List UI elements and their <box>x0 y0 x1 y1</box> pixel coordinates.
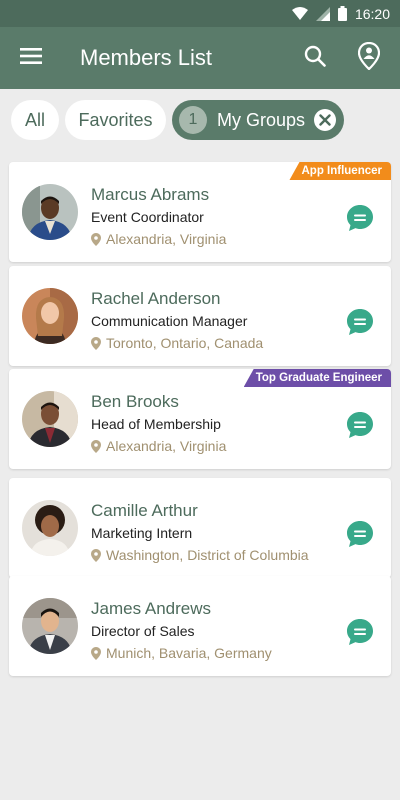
chat-icon <box>346 308 374 336</box>
chat-button[interactable] <box>346 204 374 232</box>
clear-filter-button[interactable] <box>314 109 336 131</box>
person-location-icon <box>357 41 381 75</box>
page-title: Members List <box>80 45 213 70</box>
location-pin-icon <box>91 548 101 562</box>
member-name: James Andrews <box>91 599 211 618</box>
member-name: Marcus Abrams <box>91 185 210 204</box>
member-location-text: Alexandria, Virginia <box>106 231 227 247</box>
member-role: Head of Membership <box>91 416 221 432</box>
filter-favorites-chip[interactable]: Favorites <box>65 100 166 140</box>
member-location: Alexandria, Virginia <box>91 438 226 454</box>
member-card[interactable]: James Andrews Director of Sales Munich, … <box>9 576 391 676</box>
battery-icon <box>337 6 347 21</box>
status-bar: 16:20 <box>0 0 400 27</box>
chat-button[interactable] <box>346 618 374 646</box>
member-badge: Top Graduate Engineer <box>243 369 391 387</box>
member-location: Washington, District of Columbia <box>91 547 309 563</box>
member-card[interactable]: Camille Arthur Marketing Intern Washingt… <box>9 478 391 578</box>
member-role: Communication Manager <box>91 313 248 329</box>
cell-signal-icon <box>315 6 330 21</box>
close-icon <box>319 110 331 131</box>
avatar <box>22 598 78 654</box>
chat-button[interactable] <box>346 308 374 336</box>
chat-icon <box>346 520 374 548</box>
member-role: Marketing Intern <box>91 525 193 541</box>
member-card[interactable]: Marcus Abrams Event Coordinator Alexandr… <box>9 162 391 262</box>
member-name: Rachel Anderson <box>91 289 221 308</box>
chat-button[interactable] <box>346 411 374 439</box>
filter-all-chip[interactable]: All <box>11 100 59 140</box>
hamburger-menu-icon <box>20 47 42 69</box>
group-count-badge: 1 <box>179 106 207 134</box>
wifi-icon <box>291 6 308 21</box>
avatar <box>22 500 78 556</box>
status-time: 16:20 <box>354 5 390 22</box>
location-pin-icon <box>91 439 101 453</box>
app-bar: Members List <box>0 27 400 89</box>
member-location: Alexandria, Virginia <box>91 231 226 247</box>
avatar <box>22 391 78 447</box>
avatar <box>22 288 78 344</box>
member-role: Director of Sales <box>91 623 195 639</box>
member-location-text: Toronto, Ontario, Canada <box>106 335 264 351</box>
member-role: Event Coordinator <box>91 209 204 225</box>
chat-icon <box>346 618 374 646</box>
member-location: Toronto, Ontario, Canada <box>91 335 263 351</box>
member-location-text: Washington, District of Columbia <box>106 547 309 563</box>
menu-button[interactable] <box>17 44 45 72</box>
member-location-text: Munich, Bavaria, Germany <box>106 645 272 661</box>
location-pin-icon <box>91 232 101 246</box>
member-badge: App Influencer <box>289 162 391 180</box>
status-icons: 16:20 <box>291 4 390 23</box>
location-pin-icon <box>91 336 101 350</box>
member-name: Camille Arthur <box>91 501 198 520</box>
chat-icon <box>346 411 374 439</box>
search-icon <box>304 45 326 72</box>
chat-button[interactable] <box>346 520 374 548</box>
avatar <box>22 184 78 240</box>
search-button[interactable] <box>301 44 329 72</box>
my-groups-label: My Groups <box>217 109 306 130</box>
location-pin-icon <box>91 646 101 660</box>
member-location: Munich, Bavaria, Germany <box>91 645 272 661</box>
member-card[interactable]: Ben Brooks Head of Membership Alexandria… <box>9 369 391 469</box>
member-location-text: Alexandria, Virginia <box>106 438 227 454</box>
member-card[interactable]: Rachel Anderson Communication Manager To… <box>9 266 391 366</box>
member-name: Ben Brooks <box>91 392 179 411</box>
chat-icon <box>346 204 374 232</box>
location-button[interactable] <box>354 41 384 75</box>
filter-my-groups-chip[interactable]: 1 My Groups <box>172 100 344 140</box>
